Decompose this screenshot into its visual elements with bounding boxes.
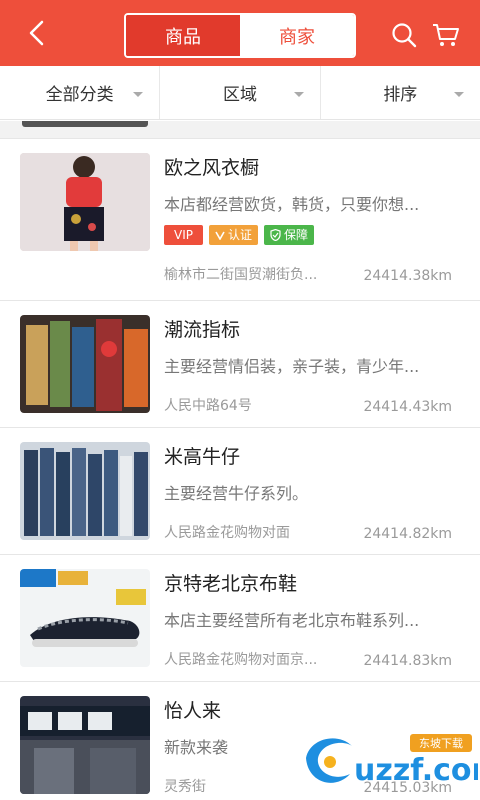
shop-thumbnail — [20, 569, 150, 667]
filter-bar: 全部分类 区域 排序 — [0, 66, 480, 120]
filter-sort[interactable]: 排序 — [321, 66, 480, 119]
check-v-icon — [215, 231, 225, 240]
search-icon[interactable] — [391, 22, 417, 48]
shop-address: 人民路金花购物对面 — [164, 525, 290, 541]
shop-description: 主要经营情侣装，亲子装，青少年... — [164, 357, 420, 376]
verified-badge: 认证 — [208, 225, 258, 245]
shop-thumbnail — [20, 315, 150, 413]
tab-shops[interactable]: 商家 — [240, 15, 354, 56]
vip-badge-label: VIP — [174, 228, 193, 242]
guarantee-badge: 保障 — [264, 225, 315, 245]
shop-thumbnail — [20, 442, 150, 540]
shop-description: 本店都经营欧货，韩货，只要你想... — [164, 195, 420, 214]
shopping-cart-icon[interactable] — [432, 22, 460, 48]
shop-distance: 24414.83km — [363, 653, 452, 669]
shop-distance: 24414.38km — [363, 268, 452, 284]
filter-area[interactable]: 区域 — [160, 66, 321, 119]
tab-products[interactable]: 商品 — [126, 15, 240, 56]
verified-badge-label: 认证 — [227, 228, 252, 242]
shop-description: 主要经营牛仔系列。 — [164, 484, 309, 503]
watermark-sub: 东坡下载 — [419, 737, 463, 750]
shop-name: 欧之风衣橱 — [164, 157, 260, 179]
filter-area-label: 区域 — [222, 85, 257, 105]
dropdown-caret-icon — [293, 92, 304, 97]
shop-list-item[interactable]: 潮流指标 主要经营情侣装，亲子装，青少年... 人民中路64号 24414.43… — [0, 301, 480, 428]
uzzf-watermark-logo: 东坡下载 uzzf.com — [306, 734, 478, 788]
shop-thumbnail — [20, 153, 150, 251]
guarantee-badge-label: 保障 — [284, 228, 309, 242]
shop-distance: 24414.43km — [363, 399, 452, 415]
watermark-text: uzzf.com — [354, 753, 478, 788]
shop-description: 本店主要经营所有老北京布鞋系列... — [164, 611, 420, 630]
dropdown-caret-icon — [453, 92, 464, 97]
shop-address: 人民中路64号 — [164, 398, 252, 414]
shop-name: 潮流指标 — [164, 319, 241, 341]
back-arrow-icon[interactable] — [22, 18, 52, 48]
dropdown-caret-icon — [133, 92, 144, 97]
shield-icon — [270, 229, 281, 241]
shop-name: 京特老北京布鞋 — [164, 573, 298, 595]
list-separator — [0, 121, 480, 139]
top-app-bar: 商品 商家 — [0, 0, 480, 66]
shop-list: 欧之风衣橱 本店都经营欧货，韩货，只要你想... VIP 认证 保障 榆林市二街… — [0, 121, 480, 800]
shop-name: 米高牛仔 — [164, 446, 241, 468]
shop-address: 人民路金花购物对面京... — [164, 652, 318, 668]
filter-category[interactable]: 全部分类 — [0, 66, 161, 119]
previous-item-edge — [22, 121, 148, 127]
filter-category-label: 全部分类 — [45, 85, 114, 105]
segment-control: 商品 商家 — [124, 13, 356, 58]
shop-list-item[interactable]: 京特老北京布鞋 本店主要经营所有老北京布鞋系列... 人民路金花购物对面京...… — [0, 555, 480, 682]
shop-address: 榆林市二街国贸潮街负... — [164, 267, 318, 283]
filter-sort-label: 排序 — [383, 85, 418, 105]
shop-name: 怡人来 — [164, 700, 222, 722]
shop-badges: VIP 认证 保障 — [164, 225, 315, 245]
shop-list-item[interactable]: 米高牛仔 主要经营牛仔系列。 人民路金花购物对面 24414.82km — [0, 428, 480, 555]
shop-distance: 24414.82km — [363, 526, 452, 542]
shop-thumbnail — [20, 696, 150, 794]
vip-badge: VIP — [164, 225, 203, 245]
shop-list-item[interactable]: 欧之风衣橱 本店都经营欧货，韩货，只要你想... VIP 认证 保障 榆林市二街… — [0, 139, 480, 301]
